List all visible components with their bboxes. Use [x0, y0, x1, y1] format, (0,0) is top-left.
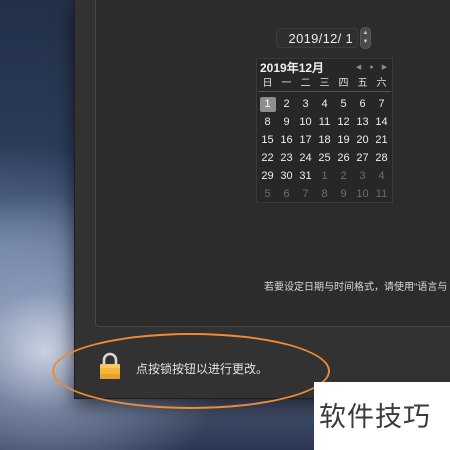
calendar-day[interactable]: 5: [334, 95, 353, 113]
weekday-header: 三: [315, 77, 334, 92]
calendar-day-next-month[interactable]: 10: [353, 185, 372, 203]
weekday-header: 日: [258, 77, 277, 92]
calendar-day[interactable]: 24: [296, 149, 315, 167]
calendar-day[interactable]: 17: [296, 131, 315, 149]
calendar-day[interactable]: 6: [353, 95, 372, 113]
calendar-header: 2019年12月 ◀ ● ▶: [259, 60, 392, 76]
stepper-up-icon[interactable]: ▲: [362, 29, 369, 38]
calendar-day[interactable]: 21: [372, 131, 391, 149]
calendar-day[interactable]: 23: [277, 149, 296, 167]
weekday-header: 六: [372, 77, 391, 92]
calendar-day[interactable]: 4: [315, 95, 334, 113]
watermark: 软件技巧: [314, 382, 450, 450]
date-time-panel: 2019/12/ 1 ▲ ▼ 2019年12月 ◀ ● ▶ 日一二三四五六123…: [95, 0, 450, 327]
calendar-day-next-month[interactable]: 4: [372, 167, 391, 185]
prev-month-icon[interactable]: ◀: [353, 60, 364, 76]
annotation-highlight-ellipse: [52, 333, 330, 409]
date-input-field[interactable]: 2019/12/ 1: [276, 28, 358, 48]
calendar-grid: 日一二三四五六 1 2 3 4 5 6 7 8 9 10 11 12 13 14 15 16 17 18 19 20 21…: [257, 77, 392, 203]
calendar: 2019年12月 ◀ ● ▶ 日一二三四五六 1 2 3 4 5 6 7 8 9 10 11 12 13 1…: [256, 58, 393, 203]
calendar-day-next-month[interactable]: 11: [372, 185, 391, 203]
calendar-day[interactable]: 11: [315, 113, 334, 131]
calendar-day[interactable]: 28: [372, 149, 391, 167]
calendar-day-next-month[interactable]: 5: [258, 185, 277, 203]
weekday-header: 一: [277, 77, 296, 92]
calendar-day[interactable]: 15: [258, 131, 277, 149]
format-help-text: 若要设定日期与时间格式，请使用“语言与: [264, 282, 448, 293]
calendar-day-next-month[interactable]: 2: [334, 167, 353, 185]
calendar-day[interactable]: 20: [353, 131, 372, 149]
calendar-nav: ◀ ● ▶: [353, 60, 390, 76]
calendar-day[interactable]: 25: [315, 149, 334, 167]
calendar-day-next-month[interactable]: 8: [315, 185, 334, 203]
calendar-day-next-month[interactable]: 9: [334, 185, 353, 203]
calendar-day[interactable]: 29: [258, 167, 277, 185]
selected-day-label: 1: [259, 97, 276, 112]
date-stepper[interactable]: ▲ ▼: [360, 27, 371, 49]
calendar-day-next-month[interactable]: 6: [277, 185, 296, 203]
calendar-day[interactable]: 9: [277, 113, 296, 131]
calendar-day[interactable]: 16: [277, 131, 296, 149]
calendar-day[interactable]: 14: [372, 113, 391, 131]
weekday-header: 四: [334, 77, 353, 92]
calendar-month-title: 2019年12月: [260, 61, 325, 75]
calendar-day-next-month[interactable]: 3: [353, 167, 372, 185]
calendar-day-selected[interactable]: 1: [258, 95, 277, 113]
calendar-day[interactable]: 30: [277, 167, 296, 185]
calendar-day[interactable]: 10: [296, 113, 315, 131]
calendar-day[interactable]: 27: [353, 149, 372, 167]
calendar-day[interactable]: 19: [334, 131, 353, 149]
today-icon[interactable]: ●: [366, 60, 377, 76]
weekday-header: 五: [353, 77, 372, 92]
calendar-day[interactable]: 26: [334, 149, 353, 167]
weekday-header: 二: [296, 77, 315, 92]
calendar-day[interactable]: 31: [296, 167, 315, 185]
calendar-day[interactable]: 7: [372, 95, 391, 113]
calendar-day-next-month[interactable]: 1: [315, 167, 334, 185]
calendar-day[interactable]: 2: [277, 95, 296, 113]
watermark-text: 软件技巧: [319, 402, 431, 432]
calendar-day[interactable]: 8: [258, 113, 277, 131]
stepper-down-icon[interactable]: ▼: [362, 38, 369, 47]
calendar-day[interactable]: 22: [258, 149, 277, 167]
calendar-day[interactable]: 13: [353, 113, 372, 131]
next-month-icon[interactable]: ▶: [379, 60, 390, 76]
calendar-day[interactable]: 18: [315, 131, 334, 149]
calendar-day[interactable]: 12: [334, 113, 353, 131]
calendar-day[interactable]: 3: [296, 95, 315, 113]
calendar-day-next-month[interactable]: 7: [296, 185, 315, 203]
